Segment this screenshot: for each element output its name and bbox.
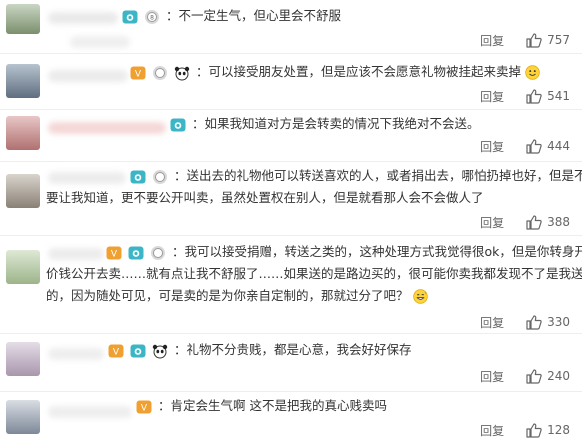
- avatar[interactable]: [6, 116, 40, 150]
- comment-item: ：如果我知道对方是会转卖的情况下我绝对不会送。 回复 444: [0, 110, 582, 162]
- comment-text: ：如果我知道对方是会转卖的情况下我绝对不会送。: [191, 116, 480, 131]
- like-count: 388: [547, 215, 570, 229]
- like-count: 541: [547, 89, 570, 103]
- comment-footer: 回复 128: [480, 422, 570, 438]
- thumbs-up-icon: [526, 32, 542, 48]
- comment-item: V ：肯定会生气啊 这不是把我的真心贱卖吗 回复 128: [0, 392, 582, 443]
- comment-footer: 回复 388: [480, 214, 570, 230]
- username-blurred: [48, 248, 104, 260]
- panda-badge-icon: [174, 66, 190, 80]
- avatar[interactable]: [6, 250, 40, 284]
- comment-body: V ：礼物不分贵贱，都是心意，我会好好保存: [108, 340, 411, 360]
- like-button[interactable]: 541: [526, 88, 570, 104]
- camera-badge-icon: [128, 246, 144, 259]
- thumbs-up-icon: [526, 88, 542, 104]
- camera-badge-icon: [130, 170, 146, 183]
- reply-button[interactable]: 回复: [480, 32, 504, 49]
- like-button[interactable]: 240: [526, 368, 570, 384]
- comment-body: 8 ：不一定生气，但心里会不舒服: [122, 6, 341, 26]
- comment-body: 的，因为随处可见，可是卖的是为你亲自定制的，那就过分了吧？: [46, 286, 428, 306]
- avatar[interactable]: [6, 342, 40, 376]
- like-count: 128: [547, 423, 570, 437]
- comment-body: V ：肯定会生气啊 这不是把我的真心贱卖吗: [136, 396, 387, 416]
- thumbs-up-icon: [526, 422, 542, 438]
- camera-badge-icon: [130, 344, 146, 357]
- comment-footer: 回复 240: [480, 368, 570, 384]
- reply-button[interactable]: 回复: [480, 422, 504, 439]
- thumbs-up-icon: [526, 368, 542, 384]
- timestamp-blurred: [70, 36, 130, 48]
- medal-badge-icon: [152, 169, 167, 184]
- avatar[interactable]: [6, 400, 40, 434]
- comment-item: V ：礼物不分贵贱，都是心意，我会好好保存 回复 240: [0, 334, 582, 392]
- comment-text-line: ：我可以接受捐赠，转送之类的，这种处理方式我觉得很ok，但是你转身开个: [171, 244, 582, 259]
- medal-badge-icon: 8: [144, 9, 159, 24]
- comment-text-line: 价钱公开去卖……就有点让我不舒服了……如果送的是路边买的，很可能你卖我都发现不了…: [46, 266, 582, 281]
- like-button[interactable]: 388: [526, 214, 570, 230]
- comment-text: ：可以接受朋友处置，但是应该不会愿意礼物被挂起来卖掉: [195, 64, 521, 79]
- medal-badge-icon: [150, 245, 165, 260]
- reply-button[interactable]: 回复: [480, 368, 504, 385]
- vip-badge-icon: V: [136, 400, 152, 413]
- username-blurred: [48, 122, 166, 134]
- avatar[interactable]: [6, 4, 40, 34]
- avatar[interactable]: [6, 174, 40, 208]
- comment-text-line: 要让我知道，更不要公开叫卖，虽然处置权在别人，但是就看那人会不会做人了: [46, 190, 484, 205]
- comment-footer: 回复 757: [480, 32, 570, 48]
- thumbs-up-icon: [526, 214, 542, 230]
- svg-text:V: V: [141, 403, 148, 413]
- smile-emoji-icon: [525, 65, 540, 80]
- like-count: 444: [547, 139, 570, 153]
- comment-body: V ：我可以接受捐赠，转送之类的，这种处理方式我觉得很ok，但是你转身开个: [106, 242, 582, 262]
- username-blurred: [48, 12, 118, 24]
- camera-badge-icon: [122, 10, 138, 23]
- comment-body: ：送出去的礼物他可以转送喜欢的人，或者捐出去，哪怕扔掉也好，但是不: [130, 166, 582, 186]
- like-count: 330: [547, 315, 570, 329]
- comment-text-line: ：送出去的礼物他可以转送喜欢的人，或者捐出去，哪怕扔掉也好，但是不: [173, 168, 582, 183]
- thumbs-up-icon: [526, 138, 542, 154]
- svg-text:V: V: [113, 347, 120, 357]
- comment-footer: 回复 541: [480, 88, 570, 104]
- comment-footer: 回复 330: [480, 314, 570, 330]
- comment-body: V ：可以接受朋友处置，但是应该不会愿意礼物被挂起来卖掉: [130, 62, 540, 82]
- vip-badge-icon: V: [106, 246, 122, 259]
- comment-text-line: 的，因为随处可见，可是卖的是为你亲自定制的，那就过分了吧？: [46, 288, 409, 303]
- comment-item: 8 ：不一定生气，但心里会不舒服 回复 757: [0, 0, 582, 54]
- comment-item: V ：我可以接受捐赠，转送之类的，这种处理方式我觉得很ok，但是你转身开个 价钱…: [0, 236, 582, 334]
- reply-button[interactable]: 回复: [480, 314, 504, 331]
- svg-text:V: V: [111, 249, 118, 259]
- medal-badge-icon: [152, 65, 167, 80]
- thumbs-up-icon: [526, 314, 542, 330]
- comment-item: V ：可以接受朋友处置，但是应该不会愿意礼物被挂起来卖掉 回复 541: [0, 54, 582, 110]
- camera-badge-icon: [170, 118, 186, 131]
- like-button[interactable]: 330: [526, 314, 570, 330]
- like-button[interactable]: 757: [526, 32, 570, 48]
- comment-item: ：送出去的礼物他可以转送喜欢的人，或者捐出去，哪怕扔掉也好，但是不 要让我知道，…: [0, 162, 582, 236]
- comment-text: ：肯定会生气啊 这不是把我的真心贱卖吗: [157, 398, 387, 413]
- svg-text:8: 8: [150, 14, 154, 21]
- comment-text: ：不一定生气，但心里会不舒服: [165, 8, 341, 23]
- like-count: 757: [547, 33, 570, 47]
- username-blurred: [48, 172, 126, 184]
- reply-button[interactable]: 回复: [480, 138, 504, 155]
- comment-footer: 回复 444: [480, 138, 570, 154]
- sweat-smile-emoji-icon: [412, 289, 428, 304]
- username-blurred: [48, 406, 132, 418]
- avatar[interactable]: [6, 64, 40, 98]
- reply-button[interactable]: 回复: [480, 214, 504, 231]
- username-blurred: [48, 70, 128, 82]
- vip-badge-icon: V: [130, 66, 146, 79]
- comment-body: ：如果我知道对方是会转卖的情况下我绝对不会送。: [170, 114, 480, 134]
- username-blurred: [48, 348, 104, 360]
- panda-badge-icon: [152, 344, 168, 358]
- comment-text: ：礼物不分贵贱，都是心意，我会好好保存: [173, 342, 412, 357]
- reply-button[interactable]: 回复: [480, 88, 504, 105]
- vip-badge-icon: V: [108, 344, 124, 357]
- like-count: 240: [547, 369, 570, 383]
- svg-text:V: V: [135, 69, 142, 79]
- like-button[interactable]: 128: [526, 422, 570, 438]
- like-button[interactable]: 444: [526, 138, 570, 154]
